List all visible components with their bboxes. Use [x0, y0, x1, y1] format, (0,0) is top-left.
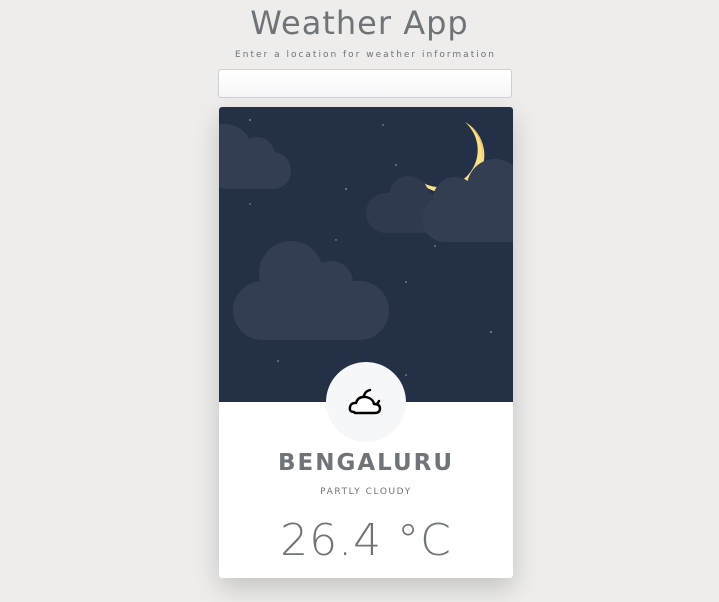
night-sky-svg — [219, 107, 513, 402]
weather-icon-badge — [326, 362, 406, 442]
weather-condition: PARTLY CLOUDY — [320, 487, 412, 497]
partly-cloudy-night-icon — [348, 388, 382, 415]
app-subtitle: Enter a location for weather information — [235, 50, 496, 60]
night-sky-illustration — [219, 107, 513, 402]
city-name: BENGALURU — [277, 450, 455, 476]
app-title: Weather App — [250, 4, 469, 42]
temperature-readout: 26.4 °C — [280, 515, 452, 566]
location-search-input[interactable] — [218, 69, 512, 98]
weather-card: BENGALURU PARTLY CLOUDY 26.4 °C — [219, 107, 513, 578]
